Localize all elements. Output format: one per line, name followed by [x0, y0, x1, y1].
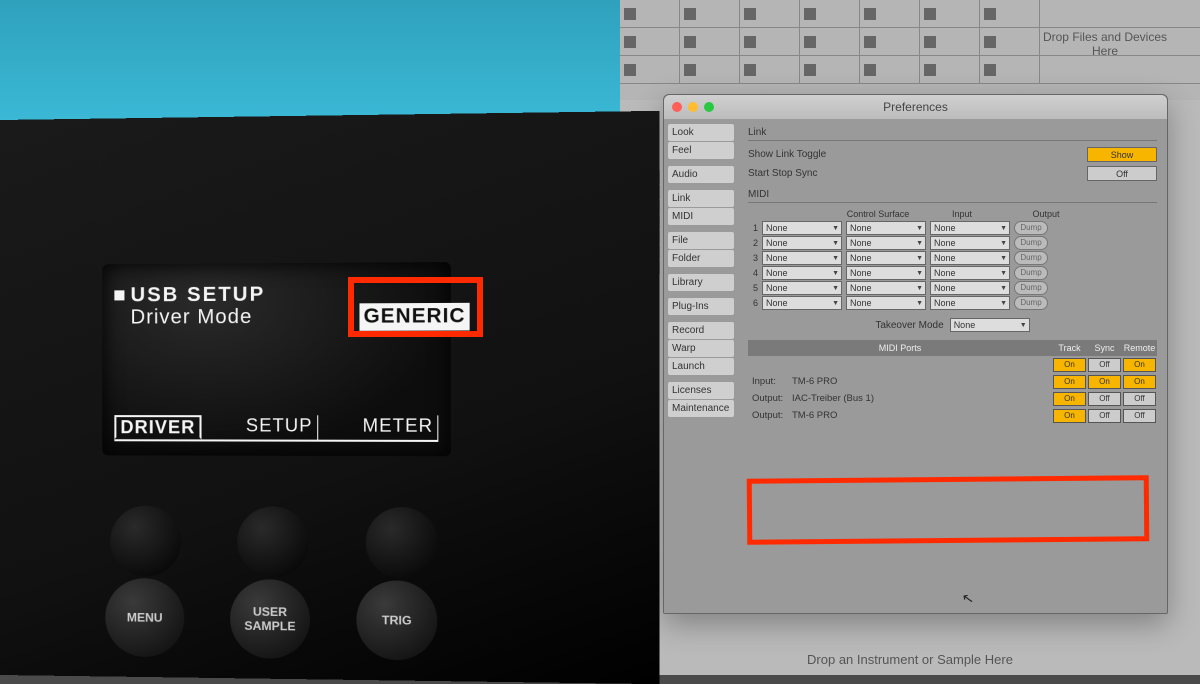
tab-launch[interactable]: Launch: [668, 358, 734, 375]
lcd-title: USB SETUP: [131, 284, 266, 308]
cs-header-surface: Control Surface: [838, 209, 918, 219]
port-sync-button[interactable]: On: [1088, 375, 1121, 389]
port-remote-button[interactable]: Off: [1123, 392, 1156, 406]
control-surface-row: 4NoneNoneNoneDump: [748, 266, 1157, 280]
port-name: TM-6 PRO: [792, 410, 1052, 421]
dump-button[interactable]: Dump: [1014, 221, 1048, 235]
port-kind: Input:: [748, 376, 792, 387]
lcd-tab-setup[interactable]: SETUP: [242, 415, 318, 439]
control-surface-row: 3NoneNoneNoneDump: [748, 251, 1157, 265]
tab-folder[interactable]: Folder: [668, 250, 734, 267]
cs-header-input: Input: [922, 209, 1002, 219]
lcd-tab-meter[interactable]: METER: [358, 415, 438, 440]
tab-midi[interactable]: MIDI: [668, 208, 734, 225]
show-link-toggle-label: Show Link Toggle: [748, 149, 858, 160]
port-remote-button[interactable]: Off: [1123, 409, 1156, 423]
tab-maintenance[interactable]: Maintenance: [668, 400, 734, 417]
control-surface-input[interactable]: None: [846, 296, 926, 310]
start-stop-sync-button[interactable]: Off: [1087, 166, 1157, 181]
port-track-button[interactable]: On: [1053, 409, 1086, 423]
port-kind: Output:: [748, 410, 792, 421]
drop-files-hint: Drop Files and Devices Here: [1030, 30, 1180, 58]
user-sample-button[interactable]: USER SAMPLE: [230, 579, 310, 659]
dump-button[interactable]: Dump: [1014, 281, 1048, 295]
menu-button[interactable]: MENU: [105, 578, 184, 657]
midi-ports-header: MIDI Ports Track Sync Remote: [748, 340, 1157, 356]
control-surface-row: 5NoneNoneNoneDump: [748, 281, 1157, 295]
port-track-button[interactable]: On: [1053, 358, 1086, 372]
tab-plugins[interactable]: Plug-Ins: [668, 298, 734, 315]
trig-button[interactable]: TRIG: [356, 580, 437, 660]
tab-audio[interactable]: Audio: [668, 166, 734, 183]
dump-button[interactable]: Dump: [1014, 266, 1048, 280]
control-surface-output[interactable]: None: [930, 266, 1010, 280]
control-surface-output[interactable]: None: [930, 236, 1010, 250]
control-surface-input[interactable]: None: [846, 221, 926, 235]
knob-3[interactable]: [366, 507, 439, 579]
tab-feel[interactable]: Feel: [668, 142, 734, 159]
tab-record[interactable]: Record: [668, 322, 734, 339]
control-surface-output[interactable]: None: [930, 296, 1010, 310]
midi-port-row: Output:TM-6 PROOnOffOff: [748, 407, 1157, 424]
control-surface-output[interactable]: None: [930, 251, 1010, 265]
control-surface-input[interactable]: None: [846, 236, 926, 250]
lcd-tab-driver[interactable]: DRIVER: [114, 415, 201, 439]
control-surface-row: 2NoneNoneNoneDump: [748, 236, 1157, 250]
control-surface-row: 6NoneNoneNoneDump: [748, 296, 1157, 310]
port-remote-button[interactable]: On: [1123, 358, 1156, 372]
port-sync-button[interactable]: Off: [1088, 409, 1121, 423]
dump-button[interactable]: Dump: [1014, 251, 1048, 265]
tab-warp[interactable]: Warp: [668, 340, 734, 357]
control-surface-output[interactable]: None: [930, 221, 1010, 235]
port-track-button[interactable]: On: [1053, 392, 1086, 406]
dump-button[interactable]: Dump: [1014, 236, 1048, 250]
port-sync-button[interactable]: Off: [1088, 392, 1121, 406]
cs-header-output: Output: [1006, 209, 1086, 219]
highlight-midi-ports: [747, 475, 1150, 545]
midi-port-row: Input:TM-6 PROOnOnOn: [748, 373, 1157, 390]
show-link-toggle-button[interactable]: Show: [1087, 147, 1157, 162]
tab-file[interactable]: File: [668, 232, 734, 249]
tab-look[interactable]: Look: [668, 124, 734, 141]
control-surface-select[interactable]: None: [762, 281, 842, 295]
port-name: TM-6 PRO: [792, 376, 1052, 387]
tab-link[interactable]: Link: [668, 190, 734, 207]
control-surface-output[interactable]: None: [930, 281, 1010, 295]
dump-button[interactable]: Dump: [1014, 296, 1048, 310]
control-surface-select[interactable]: None: [762, 266, 842, 280]
midi-port-row: Output:IAC-Treiber (Bus 1)OnOffOff: [748, 390, 1157, 407]
takeover-mode-label: Takeover Mode: [875, 320, 943, 331]
knob-1[interactable]: [110, 506, 181, 577]
section-link: Link: [748, 127, 1157, 141]
tab-library[interactable]: Library: [668, 274, 734, 291]
control-surface-select[interactable]: None: [762, 251, 842, 265]
highlight-generic: [348, 277, 483, 337]
square-icon: [114, 290, 124, 300]
port-name: IAC-Treiber (Bus 1): [792, 393, 1052, 404]
preferences-sidebar: Look Feel Audio Link MIDI File Folder Li…: [664, 119, 738, 613]
control-surface-select[interactable]: None: [762, 296, 842, 310]
midi-port-row: On Off On: [748, 356, 1157, 373]
preferences-titlebar[interactable]: Preferences: [664, 95, 1167, 119]
preferences-title: Preferences: [664, 100, 1167, 114]
driver-mode-label: Driver Mode: [131, 306, 253, 330]
control-surface-input[interactable]: None: [846, 251, 926, 265]
control-surface-select[interactable]: None: [762, 221, 842, 235]
section-midi: MIDI: [748, 189, 1157, 203]
takeover-mode-select[interactable]: None: [950, 318, 1030, 332]
control-surface-row: 1NoneNoneNoneDump: [748, 221, 1157, 235]
drop-instrument-hint: Drop an Instrument or Sample Here: [620, 652, 1200, 667]
port-kind: Output:: [748, 393, 792, 404]
control-surface-input[interactable]: None: [846, 266, 926, 280]
hardware-device: USB SETUP Driver Mode GENERIC DRIVER SET…: [0, 111, 659, 684]
port-remote-button[interactable]: On: [1123, 375, 1156, 389]
port-track-button[interactable]: On: [1053, 375, 1086, 389]
start-stop-sync-label: Start Stop Sync: [748, 168, 858, 179]
control-surface-input[interactable]: None: [846, 281, 926, 295]
port-sync-button[interactable]: Off: [1088, 358, 1121, 372]
knob-2[interactable]: [237, 506, 309, 577]
tab-licenses[interactable]: Licenses: [668, 382, 734, 399]
control-surface-select[interactable]: None: [762, 236, 842, 250]
